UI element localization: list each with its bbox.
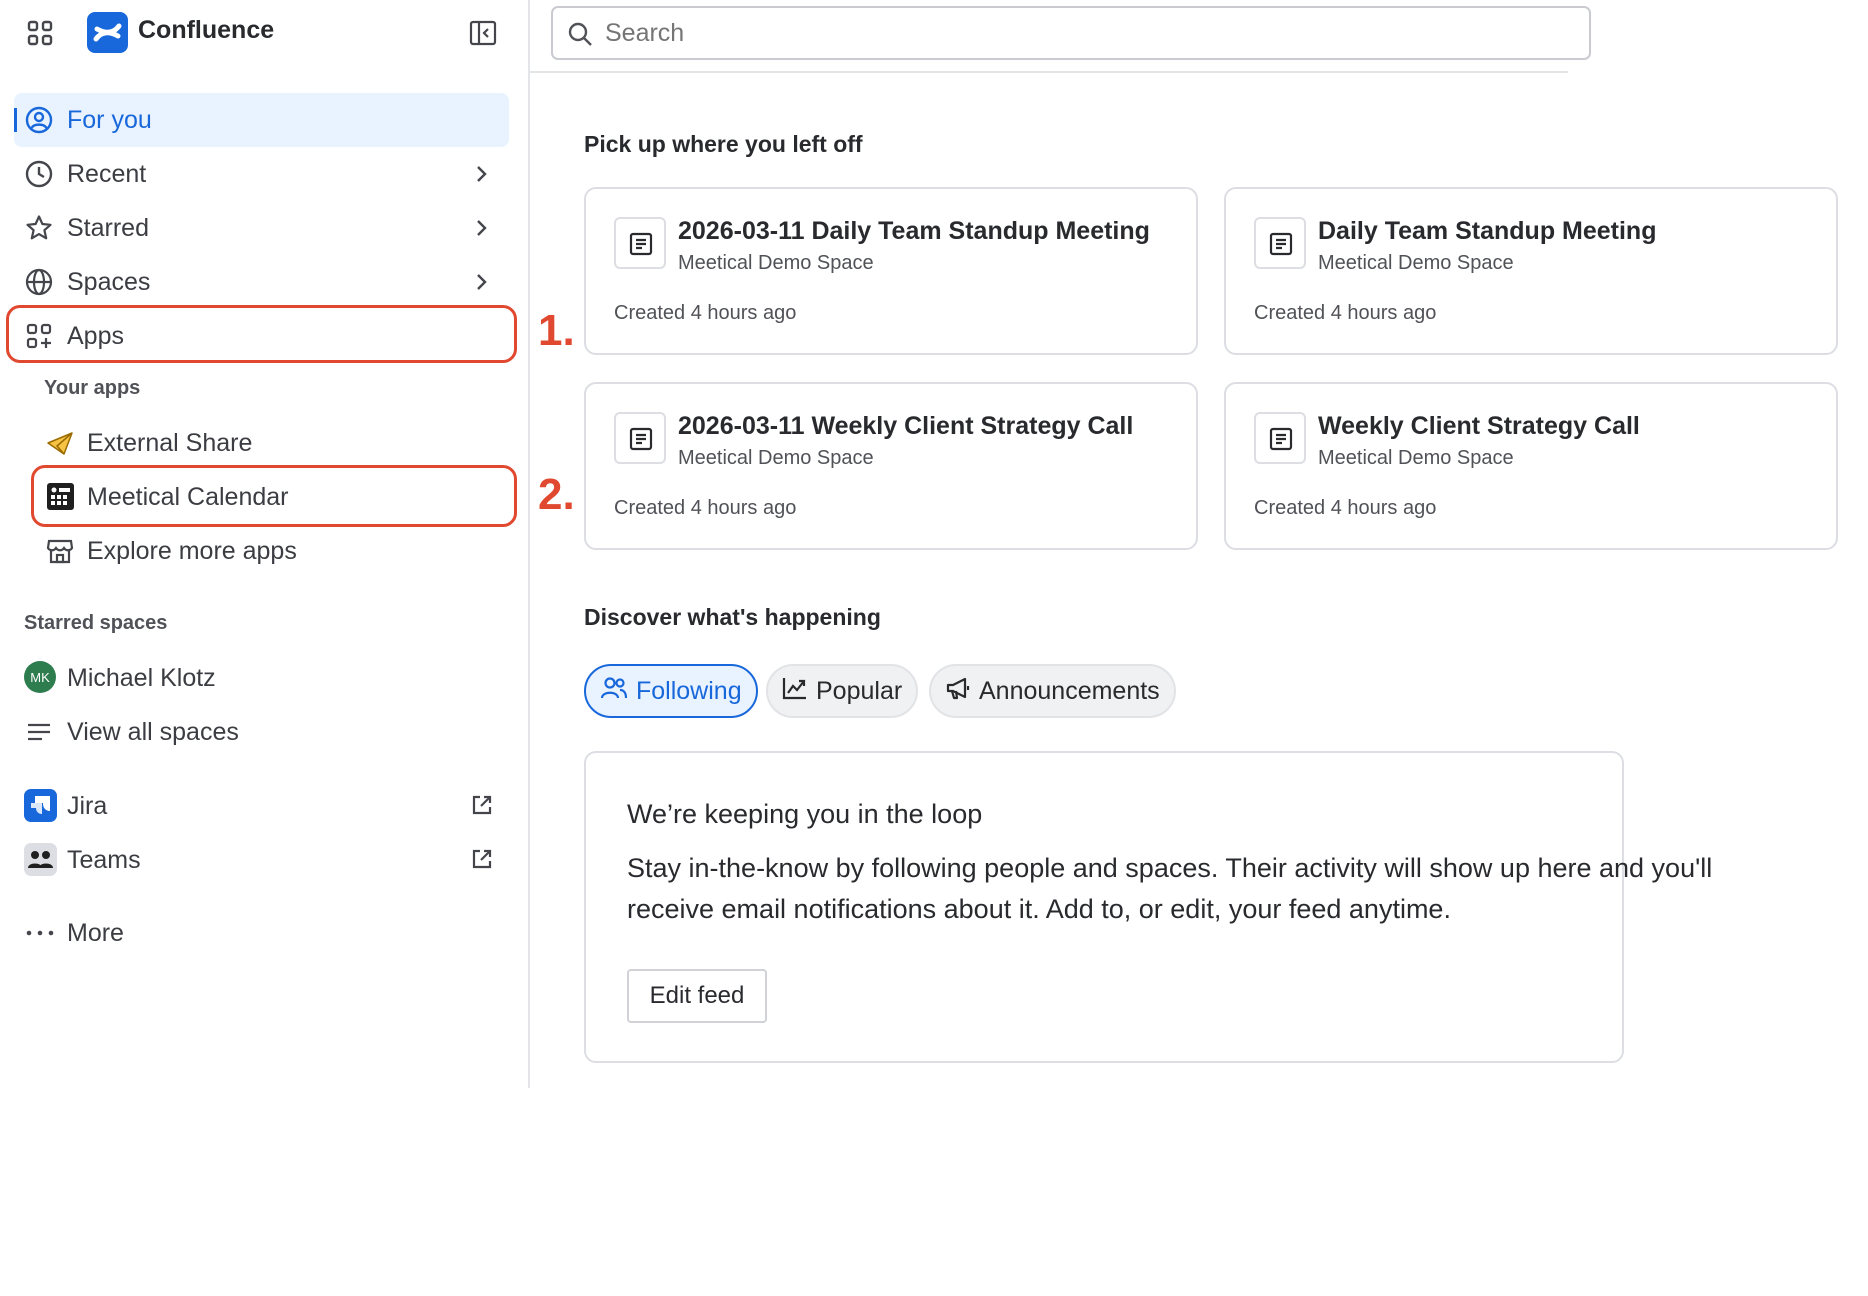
- starred-space-michael-klotz[interactable]: MK Michael Klotz: [14, 651, 509, 705]
- tab-popular[interactable]: Popular: [766, 664, 919, 718]
- card-space: Meetical Demo Space: [1318, 252, 1514, 274]
- app-item-external-share[interactable]: External Share: [34, 417, 509, 469]
- feed-card: We’re keeping you in the loop Stay in-th…: [584, 751, 1712, 1063]
- search-icon: [567, 21, 593, 52]
- teams-icon: [24, 843, 57, 876]
- annotation-box-apps: [6, 305, 517, 363]
- edit-feed-button[interactable]: Edit feed: [627, 969, 767, 1023]
- external-link-icon[interactable]: [471, 848, 493, 875]
- card-time: Created 4 hours ago: [1254, 497, 1437, 519]
- sidebar-item-more[interactable]: More: [14, 906, 509, 960]
- recent-card[interactable]: 2026-03-11 Daily Team Standup Meeting Me…: [584, 187, 1198, 355]
- megaphone-icon: [945, 675, 971, 708]
- sidebar-item-spaces[interactable]: Spaces: [14, 255, 509, 309]
- chevron-right-icon[interactable]: [472, 164, 492, 184]
- search-input[interactable]: [605, 16, 1205, 50]
- trend-icon: [782, 675, 808, 708]
- page-icon: [1254, 217, 1306, 269]
- page-icon: [614, 217, 666, 269]
- list-icon: [25, 718, 53, 751]
- sidebar-item-for-you[interactable]: For you: [14, 93, 509, 147]
- sidebar-item-teams[interactable]: Teams: [14, 833, 509, 887]
- app-item-label: Explore more apps: [87, 537, 297, 565]
- store-icon: [46, 537, 74, 570]
- page-icon: [614, 412, 666, 464]
- feed-body-line1: Stay in-the-know by following people and…: [627, 853, 1713, 883]
- tab-label: Announcements: [979, 676, 1160, 705]
- sidebar-item-label: For you: [67, 106, 152, 134]
- app-item-label: External Share: [87, 429, 253, 457]
- tab-label: Popular: [816, 676, 903, 705]
- sidebar-item-label: Recent: [67, 160, 147, 188]
- feed-body-line2: receive email notifications about it. Ad…: [627, 894, 1451, 924]
- chevron-right-icon[interactable]: [472, 272, 492, 292]
- recent-card[interactable]: Weekly Client Strategy Call Meetical Dem…: [1224, 382, 1838, 550]
- avatar-initials: MK: [30, 669, 50, 685]
- sidebar-item-label: Teams: [67, 846, 141, 874]
- collapse-sidebar-icon[interactable]: [469, 19, 497, 47]
- user-circle-icon: [25, 106, 53, 134]
- app-switcher-icon[interactable]: [26, 19, 54, 47]
- recent-card[interactable]: Daily Team Standup Meeting Meetical Demo…: [1224, 187, 1838, 355]
- page-icon: [1254, 412, 1306, 464]
- confluence-logo-icon[interactable]: [87, 12, 128, 53]
- edit-feed-label: Edit feed: [649, 982, 745, 1009]
- card-title: 2026-03-11 Daily Team Standup Meeting: [678, 217, 1150, 245]
- sidebar-item-label: Jira: [67, 792, 108, 820]
- annotation-box-meetical-calendar: [31, 465, 517, 527]
- sidebar-item-jira[interactable]: Jira: [14, 779, 509, 833]
- card-title: 2026-03-11 Weekly Client Strategy Call: [678, 412, 1134, 440]
- starred-spaces-heading: Starred spaces: [24, 612, 168, 634]
- paper-plane-icon: [46, 429, 74, 462]
- app-name: Confluence: [138, 16, 275, 44]
- chevron-right-icon[interactable]: [472, 218, 492, 238]
- pickup-title: Pick up where you left off: [584, 131, 863, 157]
- tab-following[interactable]: Following: [584, 664, 758, 718]
- card-time: Created 4 hours ago: [1254, 302, 1437, 324]
- card-title: Daily Team Standup Meeting: [1318, 217, 1657, 245]
- annotation-step-2: 2.: [538, 470, 575, 519]
- app-item-explore-more[interactable]: Explore more apps: [34, 525, 509, 577]
- more-dots-icon: [25, 919, 55, 952]
- annotation-step-1: 1.: [538, 306, 575, 355]
- star-icon: [25, 214, 53, 242]
- jira-icon: [24, 789, 57, 822]
- card-space: Meetical Demo Space: [678, 252, 874, 274]
- view-all-spaces[interactable]: View all spaces: [14, 705, 509, 759]
- sidebar-item-label: Spaces: [67, 268, 151, 296]
- discover-title: Discover what's happening: [584, 604, 881, 630]
- feed-heading: We’re keeping you in the loop: [627, 799, 983, 829]
- sidebar-item-recent[interactable]: Recent: [14, 147, 509, 201]
- starred-space-label: Michael Klotz: [67, 664, 216, 692]
- card-time: Created 4 hours ago: [614, 497, 797, 519]
- tab-label: Following: [636, 676, 742, 705]
- search-box[interactable]: [551, 6, 1591, 60]
- people-icon: [600, 675, 628, 708]
- card-space: Meetical Demo Space: [1318, 447, 1514, 469]
- external-link-icon[interactable]: [471, 794, 493, 821]
- sidebar-item-label: More: [67, 919, 124, 947]
- view-all-spaces-label: View all spaces: [67, 718, 239, 746]
- tab-announcements[interactable]: Announcements: [929, 664, 1176, 718]
- globe-icon: [25, 268, 53, 296]
- main-content: Pick up where you left off 2026-03-11 Da…: [530, 0, 1838, 1088]
- sidebar: Confluence For you Recent Starred Spaces…: [0, 0, 530, 1088]
- sidebar-item-starred[interactable]: Starred: [14, 201, 509, 255]
- recent-card[interactable]: 2026-03-11 Weekly Client Strategy Call M…: [584, 382, 1198, 550]
- clock-icon: [25, 160, 53, 188]
- your-apps-heading: Your apps: [44, 377, 141, 399]
- active-indicator: [14, 108, 17, 132]
- avatar: MK: [24, 661, 56, 693]
- card-space: Meetical Demo Space: [678, 447, 874, 469]
- card-title: Weekly Client Strategy Call: [1318, 412, 1640, 440]
- card-time: Created 4 hours ago: [614, 302, 797, 324]
- sidebar-item-label: Starred: [67, 214, 149, 242]
